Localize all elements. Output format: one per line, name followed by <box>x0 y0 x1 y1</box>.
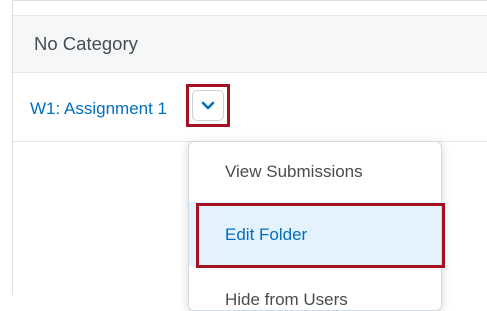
menu-item-view-submissions[interactable]: View Submissions <box>189 142 441 202</box>
assignment-link[interactable]: W1: Assignment 1 <box>30 99 167 119</box>
category-title: No Category <box>34 33 138 54</box>
menu-item-label: View Submissions <box>225 162 363 181</box>
chevron-highlight-box <box>186 84 230 127</box>
menu-item-label: Hide from Users <box>225 290 348 309</box>
assignment-row: W1: Assignment 1 <box>13 73 487 142</box>
edit-folder-highlight-box <box>196 203 445 268</box>
category-header: No Category <box>13 15 487 73</box>
menu-item-hide-from-users[interactable]: Hide from Users <box>189 266 441 310</box>
